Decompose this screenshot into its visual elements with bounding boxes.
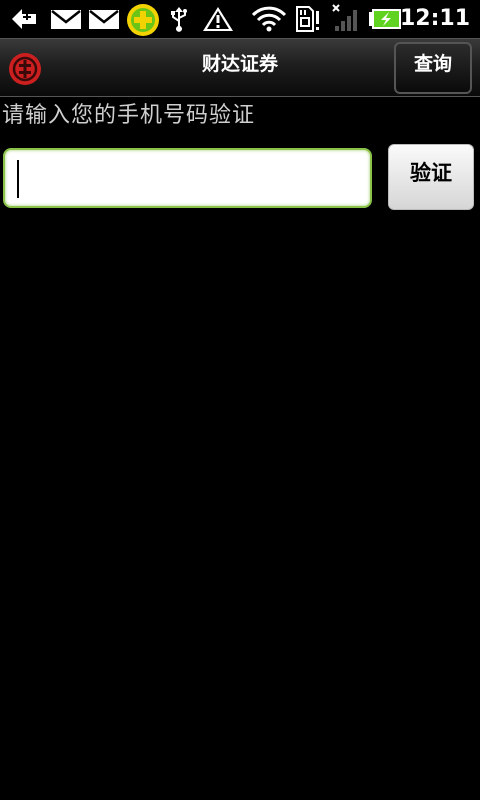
status-bar: 12:11 [0, 0, 480, 38]
screen: 12:11 财达证券 查询 请输入您的手机号码验证 验证 [0, 0, 480, 800]
phone-number-field[interactable] [3, 148, 372, 208]
phone-number-input[interactable] [21, 150, 365, 208]
warning-icon [203, 7, 233, 31]
clock: 12:11 [399, 6, 470, 31]
battery-charging-icon [369, 9, 401, 29]
title-bar: 财达证券 查询 [0, 38, 480, 97]
mail-icon [51, 10, 81, 29]
phone-verify-prompt: 请输入您的手机号码验证 [2, 103, 256, 128]
sd-card-icon [296, 6, 319, 32]
plus-badge-icon [127, 4, 159, 36]
query-button[interactable]: 查询 [394, 42, 472, 94]
back-arrow-icon [12, 9, 36, 29]
wifi-icon [252, 6, 286, 32]
text-caret [17, 160, 19, 198]
verify-button[interactable]: 验证 [388, 144, 474, 210]
usb-icon [171, 7, 187, 32]
mail-icon [89, 10, 119, 29]
signal-icon [332, 4, 357, 31]
